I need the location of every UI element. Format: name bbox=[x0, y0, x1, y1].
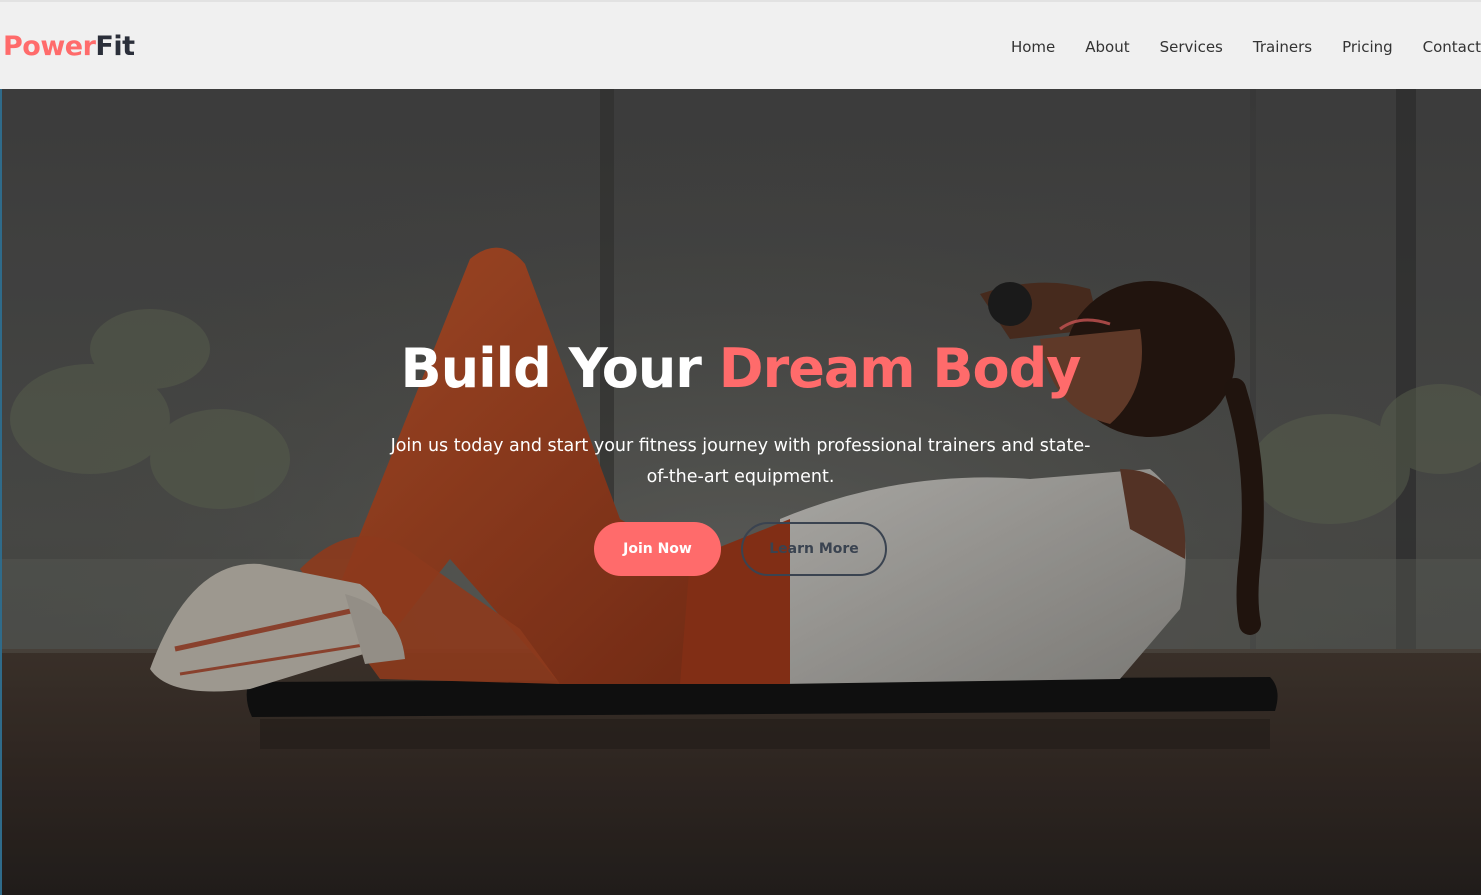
nav-item-pricing[interactable]: Pricing bbox=[1342, 35, 1393, 59]
brand-logo-part2: Fit bbox=[95, 31, 135, 62]
join-now-button[interactable]: Join Now bbox=[594, 522, 721, 576]
hero-title-highlight: Dream Body bbox=[718, 337, 1082, 400]
brand-logo-part1: Power bbox=[3, 31, 96, 62]
main-nav: Home About Services Trainers Pricing Con… bbox=[1011, 35, 1481, 59]
hero-title: Build Your Dream Body bbox=[0, 337, 1481, 401]
hero-section: Build Your Dream Body Join us today and … bbox=[0, 89, 1481, 895]
nav-item-home[interactable]: Home bbox=[1011, 35, 1055, 59]
nav-item-services[interactable]: Services bbox=[1160, 35, 1223, 59]
hero-title-plain: Build Your bbox=[400, 337, 719, 400]
brand-logo[interactable]: PowerFit bbox=[3, 30, 135, 64]
page: PowerFit Home About Services Trainers Pr… bbox=[0, 0, 1481, 895]
nav-item-trainers[interactable]: Trainers bbox=[1253, 35, 1312, 59]
nav-item-about[interactable]: About bbox=[1085, 35, 1129, 59]
window-left-edge bbox=[0, 89, 2, 895]
nav-item-contact[interactable]: Contact bbox=[1423, 35, 1481, 59]
navbar: PowerFit Home About Services Trainers Pr… bbox=[0, 0, 1481, 89]
learn-more-button[interactable]: Learn More bbox=[741, 522, 887, 576]
hero-subtitle: Join us today and start your fitness jou… bbox=[390, 436, 1091, 487]
